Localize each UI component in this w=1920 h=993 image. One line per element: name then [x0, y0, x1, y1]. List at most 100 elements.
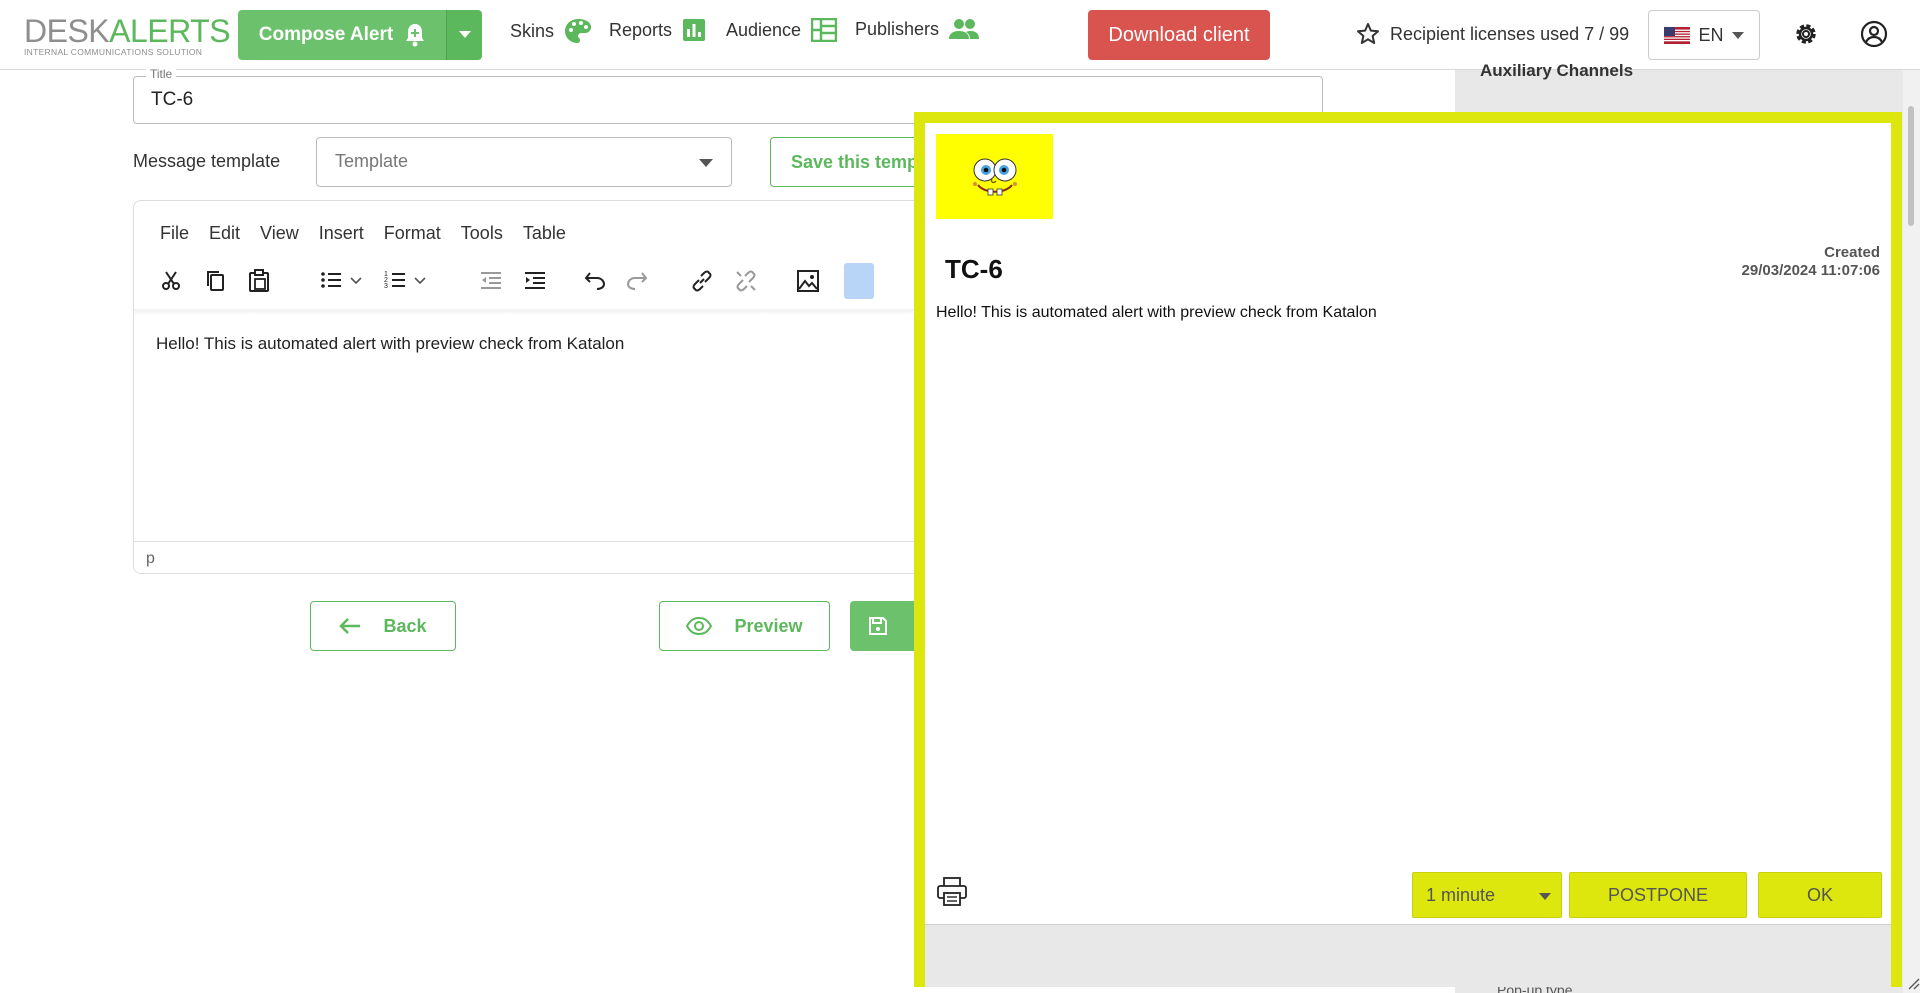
toolbar-divider [134, 309, 932, 315]
paste-icon[interactable] [248, 269, 270, 293]
bell-plus-icon [406, 24, 425, 47]
created-date: 29/03/2024 11:07:06 [1741, 262, 1880, 279]
nav-publishers[interactable]: Publishers [855, 18, 980, 40]
title-field-value: TC-6 [151, 89, 194, 110]
svg-text:3: 3 [384, 283, 388, 290]
user-account-button[interactable] [1860, 20, 1888, 53]
preview-label: Preview [734, 615, 803, 636]
template-placeholder: Template [335, 151, 409, 171]
caret-down-icon [699, 159, 713, 167]
editor-statusbar: p [134, 541, 932, 573]
message-template-select[interactable]: Template [316, 137, 732, 187]
nav-reports-label: Reports [609, 19, 673, 40]
scrollbar-thumb[interactable] [1908, 106, 1914, 226]
preview-alert-title: TC-6 [945, 254, 1003, 284]
menu-insert[interactable]: Insert [319, 223, 364, 244]
eye-icon [686, 617, 713, 635]
printer-icon [937, 877, 967, 906]
print-button[interactable] [936, 877, 968, 912]
redo-icon[interactable] [626, 269, 648, 291]
caret-down-icon [1731, 31, 1744, 39]
editor-content[interactable]: Hello! This is automated alert with prev… [156, 334, 624, 354]
undo-icon[interactable] [584, 269, 606, 291]
nav-audience-label: Audience [726, 19, 802, 40]
ok-label: OK [1806, 884, 1833, 905]
deskalerts-logo[interactable]: DESKALERTS INTERNAL COMMUNICATIONS SOLUT… [24, 13, 231, 57]
language-code: EN [1698, 24, 1724, 45]
menu-file[interactable]: File [160, 223, 189, 244]
postpone-interval-value: 1 minute [1426, 885, 1496, 905]
preview-alert-body: Hello! This is automated alert with prev… [936, 304, 1377, 321]
link-icon[interactable] [690, 269, 714, 293]
postpone-interval-select[interactable]: 1 minute [1412, 872, 1562, 918]
resize-handle-icon[interactable] [1908, 978, 1920, 990]
postpone-label: POSTPONE [1607, 884, 1709, 905]
logo-text-alerts: ALERTS [109, 13, 231, 49]
ok-button[interactable]: OK [1758, 872, 1882, 918]
numbered-list-icon[interactable]: 123 [384, 269, 406, 291]
people-icon [949, 19, 980, 39]
user-circle-icon [1860, 20, 1888, 48]
nav-reports[interactable]: Reports [609, 18, 706, 42]
logo-tagline: INTERNAL COMMUNICATIONS SOLUTION [24, 47, 203, 57]
editor-menubar: File Edit View Insert Format Tools Table [160, 223, 566, 244]
palette-icon [565, 19, 592, 43]
caret-down-icon [1539, 893, 1551, 900]
language-selector[interactable]: EN [1648, 10, 1760, 60]
menu-edit[interactable]: Edit [209, 223, 240, 244]
arrow-left-icon [339, 618, 361, 634]
floppy-disk-icon [869, 617, 887, 635]
compose-alert-label: Compose Alert [258, 24, 394, 45]
settings-button[interactable] [1792, 20, 1820, 53]
caret-down-icon [458, 31, 471, 38]
created-label: Created [1824, 244, 1880, 261]
menu-table[interactable]: Table [523, 223, 566, 244]
nav-audience[interactable]: Audience [726, 18, 838, 42]
alert-skin-logo [936, 134, 1053, 219]
compose-alert-dropdown-toggle[interactable] [446, 10, 482, 60]
indent-icon[interactable] [524, 269, 546, 291]
preview-created-info: Created 29/03/2024 11:07:06 [1742, 244, 1880, 280]
chevron-down-icon[interactable] [414, 277, 426, 285]
logo-text-desk: DESK [24, 13, 110, 49]
chevron-down-icon[interactable] [350, 277, 362, 285]
editor-toolbar: 123 [154, 263, 932, 303]
bullet-list-icon[interactable] [320, 269, 342, 291]
outdent-icon[interactable] [480, 269, 502, 291]
recipient-licenses: Recipient licenses used 7 / 99 [1356, 22, 1629, 46]
rich-text-editor: File Edit View Insert Format Tools Table… [133, 200, 933, 574]
preview-button[interactable]: Preview [659, 601, 830, 651]
title-field-label: Title [146, 67, 177, 81]
active-toolbar-button[interactable] [844, 263, 874, 299]
back-button[interactable]: Back [310, 601, 456, 651]
editor-element-path[interactable]: p [146, 550, 155, 568]
auxiliary-channels-heading: Auxiliary Channels [1480, 61, 1634, 80]
compose-alert-button-group: Compose Alert [238, 10, 482, 60]
top-bar: DESKALERTS INTERNAL COMMUNICATIONS SOLUT… [0, 0, 1920, 70]
menu-view[interactable]: View [260, 223, 299, 244]
preview-footer [925, 924, 1891, 987]
cartoon-face-icon [972, 158, 1017, 195]
postpone-button[interactable]: POSTPONE [1569, 872, 1747, 918]
table-icon [811, 18, 838, 42]
download-client-label: Download client [1108, 23, 1250, 46]
alert-preview-popup: TC-6 Created 29/03/2024 11:07:06 Hello! … [914, 112, 1902, 987]
nav-skins-label: Skins [510, 20, 555, 41]
download-client-button[interactable]: Download client [1088, 10, 1270, 60]
licenses-text: Recipient licenses used 7 / 99 [1390, 23, 1630, 44]
copy-icon[interactable] [204, 269, 226, 293]
us-flag-icon [1664, 26, 1691, 44]
image-icon[interactable] [796, 269, 820, 293]
bar-chart-icon [683, 19, 706, 41]
nav-publishers-label: Publishers [855, 18, 940, 39]
page-scrollbar[interactable] [1903, 70, 1920, 993]
back-label: Back [383, 615, 427, 636]
nav-skins[interactable]: Skins [510, 18, 592, 44]
star-icon [1357, 23, 1379, 44]
compose-alert-button[interactable]: Compose Alert [238, 10, 446, 60]
menu-format[interactable]: Format [384, 223, 441, 244]
cut-icon[interactable] [160, 269, 182, 291]
menu-tools[interactable]: Tools [461, 223, 503, 244]
unlink-icon[interactable] [734, 269, 758, 293]
message-template-label: Message template [133, 151, 281, 171]
